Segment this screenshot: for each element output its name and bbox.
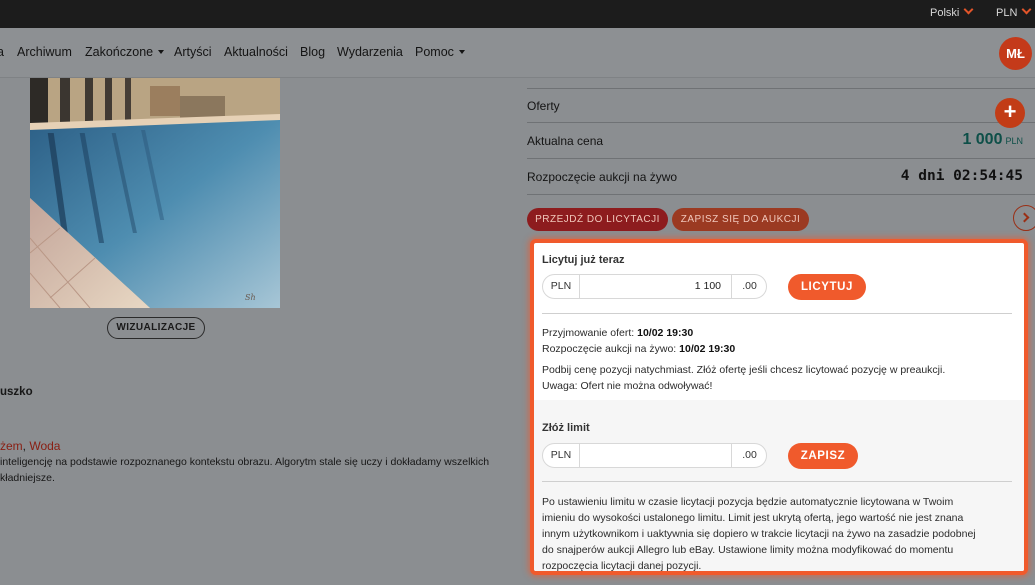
divider <box>527 194 1035 195</box>
offers-label: Oferty <box>527 99 560 113</box>
ai-description-line-2: kładniejsze. <box>0 472 55 484</box>
ai-description-line-1: inteligencję na podstawie rozpoznanego k… <box>0 456 490 468</box>
limit-info-line: imieniu do wysokości ustalonego limitu. … <box>542 512 964 524</box>
live-start-info-value: 10/02 19:30 <box>679 343 736 355</box>
language-label: Polski <box>930 7 960 19</box>
divider <box>527 88 1035 89</box>
live-start-info-label: Rozpoczęcie aukcji na żywo: <box>542 343 680 355</box>
divider <box>527 122 1035 123</box>
nav-item-news[interactable]: Aktualności <box>224 45 288 59</box>
save-limit-button[interactable]: ZAPISZ <box>788 443 858 469</box>
limit-currency: PLN <box>543 444 580 467</box>
limit-amount-input[interactable] <box>581 444 731 467</box>
artwork-painting: Sh <box>30 78 280 308</box>
live-start-info: Rozpoczęcie aukcji na żywo: 10/02 19:30 <box>542 343 735 355</box>
visualizations-button[interactable]: WIZUALIZACJE <box>107 317 205 339</box>
divider <box>542 313 1012 314</box>
nav-item-archive[interactable]: Archiwum <box>17 45 72 59</box>
limit-decimals: .00 <box>731 444 767 467</box>
current-price-value: 1 000 <box>962 131 1003 148</box>
nav-item-events[interactable]: Wydarzenia <box>337 45 403 59</box>
bid-info-line-2: Uwaga: Ofert nie można odwoływać! <box>542 380 713 392</box>
language-selector[interactable]: Polski <box>930 4 974 19</box>
top-bar: Polski PLN <box>0 0 1035 28</box>
divider <box>527 158 1035 159</box>
bid-decimals: .00 <box>731 275 767 298</box>
currency-label: PLN <box>996 7 1018 19</box>
current-price-label: Aktualna cena <box>527 134 604 148</box>
nav-item-artists[interactable]: Artyści <box>174 45 212 59</box>
artwork-image[interactable]: Sh <box>30 78 280 308</box>
current-price: 1 000 PLN <box>962 131 1023 149</box>
artwork-tags: żem, Woda <box>0 439 60 453</box>
limit-title: Złóż limit <box>542 422 590 434</box>
svg-text:Sh: Sh <box>245 293 256 302</box>
nav-item-partial[interactable]: a <box>0 45 4 59</box>
user-avatar[interactable]: MŁ <box>999 37 1032 70</box>
accepting-offers: Przyjmowanie ofert: 10/02 19:30 <box>542 327 693 339</box>
nav-item-blog[interactable]: Blog <box>300 45 325 59</box>
chevron-down-icon <box>1021 4 1032 15</box>
limit-info-line: Po ustawieniu limitu w czasie licytacji … <box>542 496 954 508</box>
accepting-offers-label: Przyjmowanie ofert: <box>542 327 638 339</box>
bid-amount-input[interactable] <box>581 275 731 298</box>
bid-input-group: PLN .00 <box>542 274 767 299</box>
limit-info-line: rozpoczęcia licytacji danej pozycji. <box>542 560 702 572</box>
limit-info-line: innym użytkownikom i uaktywnia się dopie… <box>542 528 976 540</box>
divider <box>542 481 1012 482</box>
tag-link-partial[interactable]: żem <box>0 439 23 453</box>
limit-info-line: do snajperów aukcji Allegro lub eBay. Us… <box>542 544 954 556</box>
nav-item-finished[interactable]: Zakończone <box>85 45 164 59</box>
bid-button[interactable]: LICYTUJ <box>788 274 866 300</box>
accepting-offers-value: 10/02 19:30 <box>637 327 694 339</box>
register-for-auction-button[interactable]: ZAPISZ SIĘ DO AUKCJI <box>672 208 809 231</box>
next-button[interactable] <box>1013 205 1035 231</box>
nav-item-help[interactable]: Pomoc <box>415 45 465 59</box>
chevron-down-icon <box>963 4 974 15</box>
bid-currency: PLN <box>543 275 580 298</box>
bid-now-title: Licytuj już teraz <box>542 254 625 266</box>
auction-countdown: 4 dni 02:54:45 <box>900 168 1023 184</box>
tag-link-water[interactable]: Woda <box>29 439 60 453</box>
live-start-label: Rozpoczęcie aukcji na żywo <box>527 170 678 184</box>
chevron-right-icon <box>1019 212 1030 223</box>
limit-input-group: PLN .00 <box>542 443 767 468</box>
currency-selector[interactable]: PLN <box>996 4 1032 19</box>
main-navigation: a Archiwum Zakończone Artyści Aktualnośc… <box>0 28 1035 78</box>
bid-panel: Licytuj już teraz PLN .00 LICYTUJ Przyjm… <box>530 239 1028 575</box>
plus-icon[interactable]: + <box>995 98 1025 128</box>
go-to-bidding-button[interactable]: PRZEJDŹ DO LICYTACJI <box>527 208 668 231</box>
current-price-currency: PLN <box>1005 136 1023 146</box>
bid-info-line-1: Podbij cenę pozycji natychmiast. Złóż of… <box>542 364 946 376</box>
artist-name[interactable]: uszko <box>0 386 33 398</box>
